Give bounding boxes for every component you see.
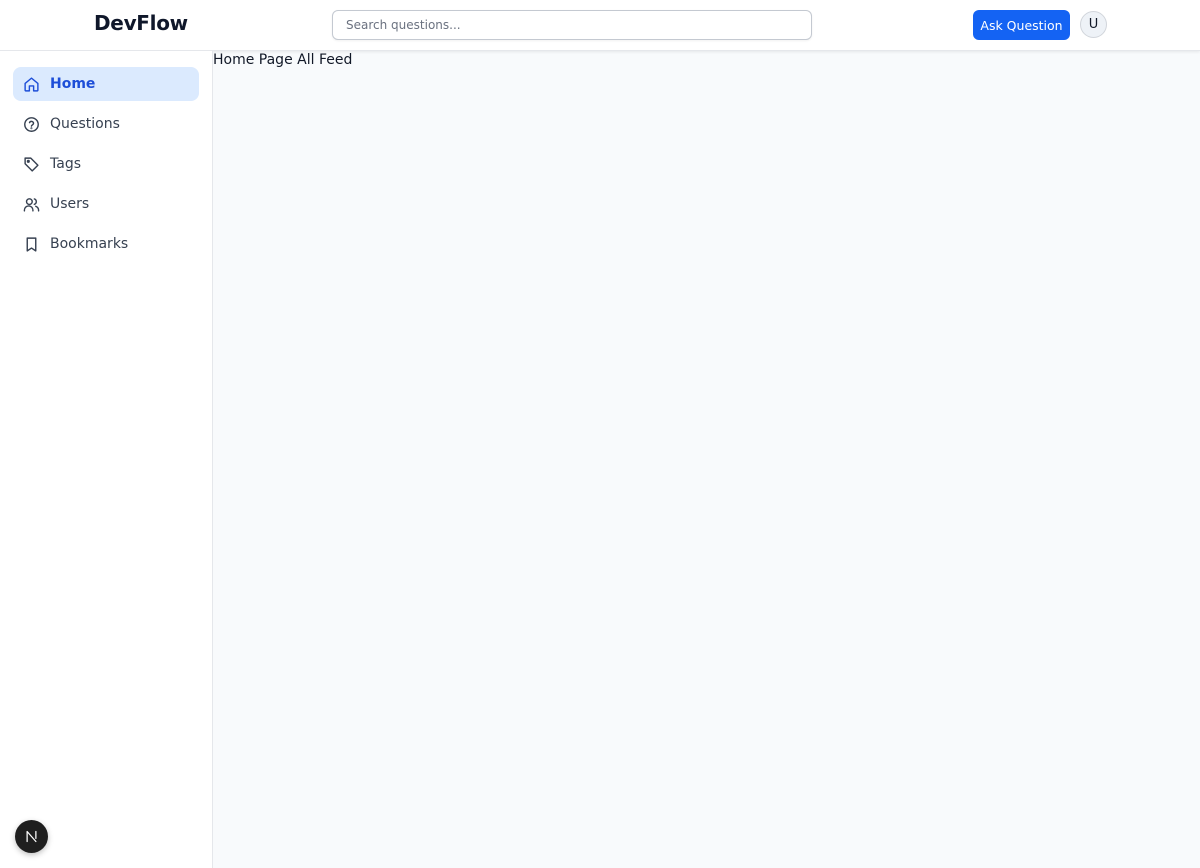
page-title: Home Page All Feed	[213, 52, 353, 68]
sidebar-item-questions[interactable]: Questions	[13, 107, 199, 141]
search-input[interactable]	[332, 10, 812, 40]
ask-question-button[interactable]: Ask Question	[973, 10, 1070, 40]
sidebar: Home Questions Tags Users Bookmarks	[0, 51, 213, 868]
sidebar-item-bookmarks[interactable]: Bookmarks	[13, 227, 199, 261]
sidebar-item-label: Bookmarks	[50, 236, 129, 252]
sidebar-item-label: Home	[50, 76, 96, 92]
question-circle-icon	[23, 116, 40, 133]
bookmark-icon	[23, 236, 40, 253]
tag-icon	[23, 156, 40, 173]
nextjs-n-icon	[26, 830, 37, 843]
sidebar-item-label: Questions	[50, 116, 120, 132]
app-logo[interactable]: DevFlow	[94, 11, 188, 35]
top-navbar: DevFlow Ask Question U	[0, 0, 1200, 51]
users-icon	[23, 196, 40, 213]
sidebar-item-label: Tags	[50, 156, 81, 172]
sidebar-item-tags[interactable]: Tags	[13, 147, 199, 181]
home-icon	[23, 76, 40, 93]
nextjs-dev-badge[interactable]	[15, 820, 48, 853]
sidebar-item-home[interactable]: Home	[13, 67, 199, 101]
sidebar-item-label: Users	[50, 196, 90, 212]
user-avatar[interactable]: U	[1080, 11, 1107, 38]
sidebar-item-users[interactable]: Users	[13, 187, 199, 221]
